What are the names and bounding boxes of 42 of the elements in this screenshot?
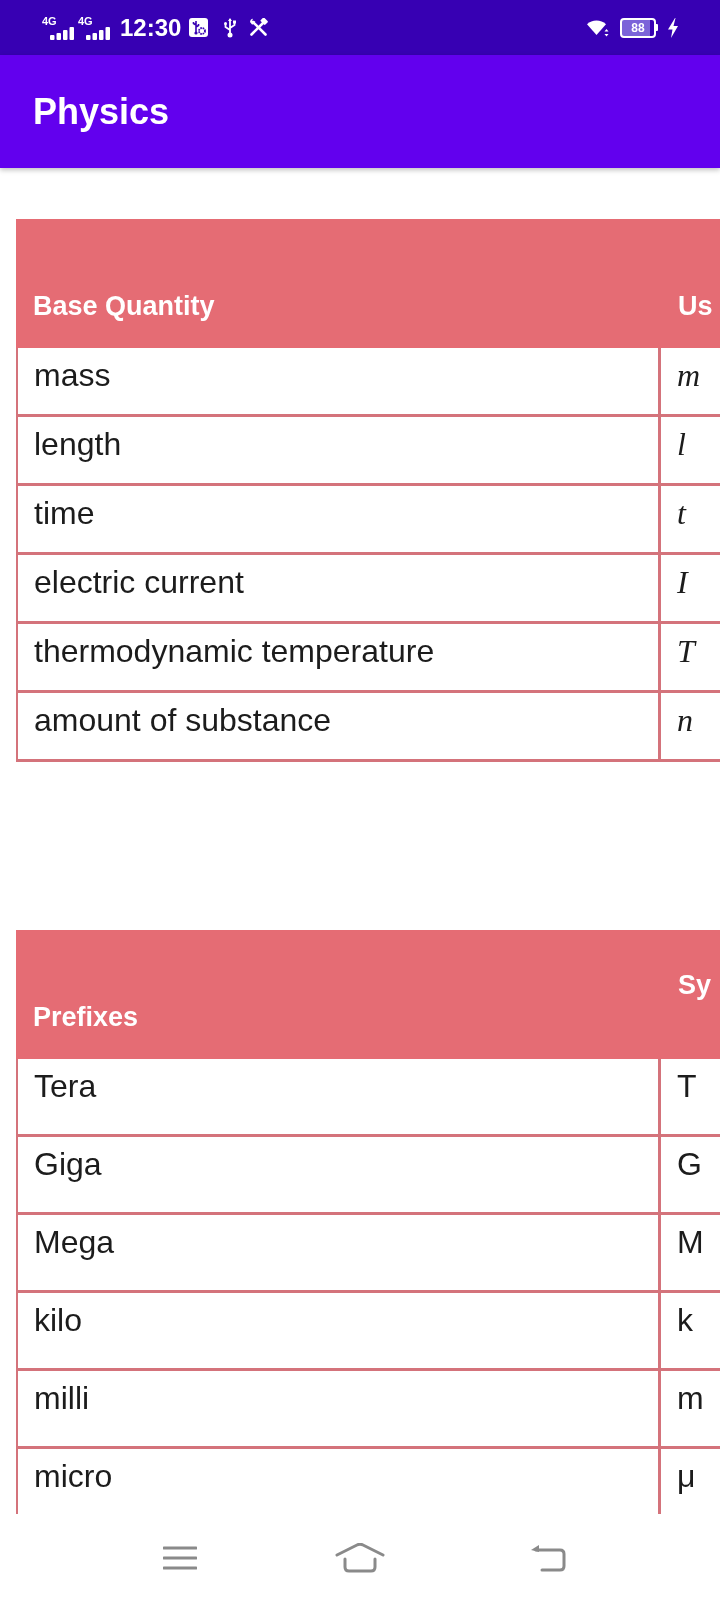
- table-cell: I: [661, 555, 720, 624]
- battery-indicator: 88: [620, 17, 658, 38]
- signal-icon: [86, 26, 110, 40]
- table-cell: n: [661, 693, 720, 762]
- table-cell: length: [16, 417, 661, 486]
- table-cell: m: [661, 1371, 720, 1449]
- network-type-label: 4G: [42, 15, 57, 27]
- table-cell: mass: [16, 348, 661, 417]
- signal-icon: [50, 26, 74, 40]
- table-cell: time: [16, 486, 661, 555]
- menu-icon[interactable]: [163, 1545, 197, 1570]
- back-icon[interactable]: [530, 1543, 568, 1572]
- table-cell: M: [661, 1215, 720, 1293]
- usb-gear-icon: [189, 18, 209, 37]
- app-title: Physics: [33, 90, 170, 133]
- table-cell: G: [661, 1137, 720, 1215]
- clock-time: 12:30: [120, 13, 182, 42]
- table-cell: electric current: [16, 555, 661, 624]
- table-cell: T: [661, 624, 720, 693]
- charging-bolt-icon: [668, 17, 678, 38]
- column-header: Sy: [677, 969, 713, 1002]
- table-cell: k: [661, 1293, 720, 1371]
- table-cell: T: [661, 1059, 720, 1137]
- usb-icon: [224, 17, 237, 38]
- table-cell: Mega: [16, 1215, 661, 1293]
- table-cell: Tera: [16, 1059, 661, 1137]
- wifi-icon: [587, 18, 609, 37]
- column-header: Us: [677, 290, 714, 323]
- column-header: Base Quantity: [32, 290, 216, 323]
- table-cell-text: μ: [676, 1457, 697, 1496]
- table-cell: l: [661, 417, 720, 486]
- table-cell: kilo: [16, 1293, 661, 1371]
- table-cell: t: [661, 486, 720, 555]
- table-cell: amount of substance: [16, 693, 661, 762]
- table-cell: milli: [16, 1371, 661, 1449]
- network-type-label: 4G: [78, 15, 93, 27]
- table-cell: Giga: [16, 1137, 661, 1215]
- tools-icon: [249, 18, 269, 37]
- home-icon[interactable]: [335, 1542, 385, 1573]
- table-cell: m: [661, 348, 720, 417]
- table-cell: thermodynamic temperature: [16, 624, 661, 693]
- column-header: Prefixes: [32, 1001, 140, 1034]
